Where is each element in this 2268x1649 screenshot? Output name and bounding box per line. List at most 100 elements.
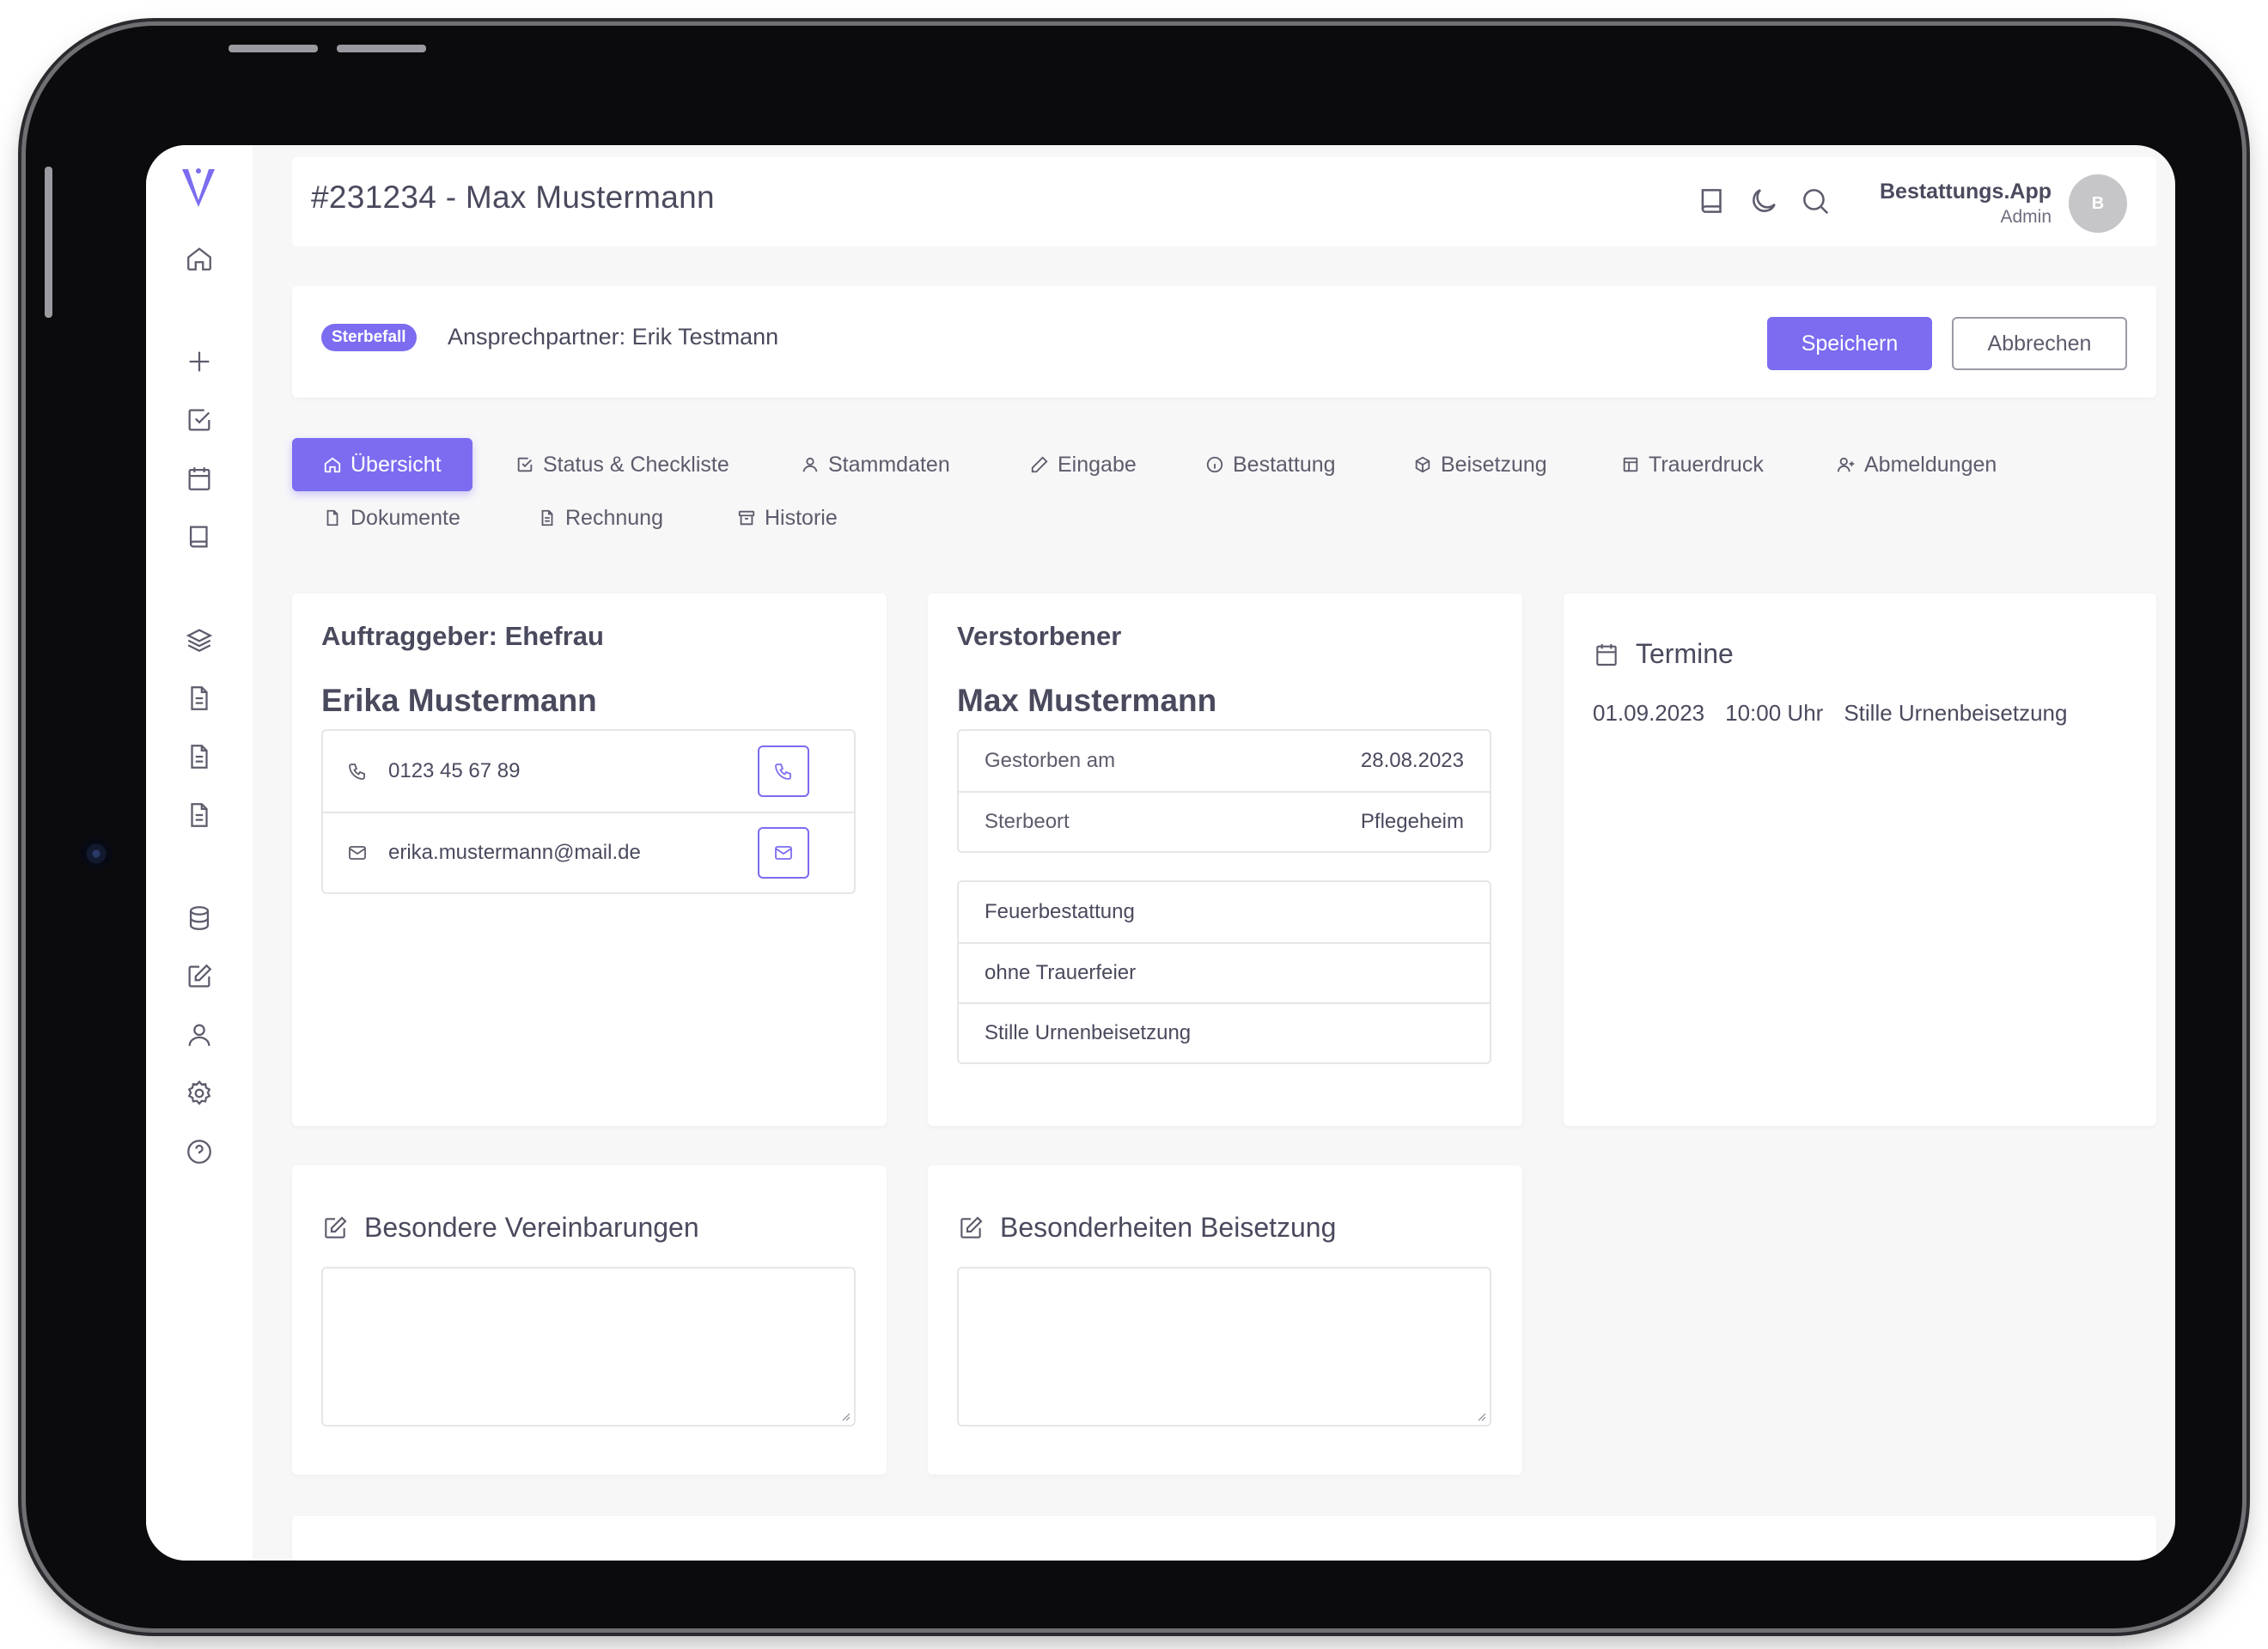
option-row: Feuerbestattung	[959, 882, 1490, 942]
calendar-icon	[1596, 643, 1617, 666]
tab-trauerdruck[interactable]: Trauerdruck	[1621, 438, 1764, 491]
detail-value: Pflegeheim	[1360, 810, 1464, 833]
tab-eingabe[interactable]: Eingabe	[1030, 438, 1137, 491]
tablet-frame: #231234 - Max Mustermann Bestattungs.App…	[26, 26, 2242, 1628]
deceased-name: Max Mustermann	[957, 683, 1217, 718]
save-button[interactable]: Speichern	[1767, 317, 1932, 370]
checkbox-icon	[517, 457, 533, 472]
database-icon[interactable]	[184, 903, 215, 934]
pencil-icon	[1031, 456, 1048, 473]
tab-beisetzung[interactable]: Beisetzung	[1413, 438, 1547, 491]
call-button[interactable]	[758, 745, 809, 797]
detail-row: Gestorben am 28.08.2023	[959, 731, 1490, 791]
user-icon[interactable]	[184, 1019, 215, 1050]
help-icon[interactable]	[184, 1136, 215, 1167]
detail-label: Sterbeort	[985, 810, 1070, 833]
tab-label: Eingabe	[1058, 452, 1137, 477]
home-icon[interactable]	[184, 243, 215, 274]
calendar-icon[interactable]	[184, 463, 215, 494]
layout-icon	[1623, 457, 1638, 472]
file-text-icon[interactable]	[184, 800, 215, 831]
death-details: Gestorben am 28.08.2023 Sterbeort Pflege…	[957, 729, 1491, 853]
user-icon	[802, 457, 818, 472]
page-title: #231234 - Max Mustermann	[311, 180, 715, 215]
volume-button	[337, 45, 426, 52]
tab-bestattung[interactable]: Bestattung	[1205, 438, 1336, 491]
book-icon[interactable]	[184, 521, 215, 552]
option-row: Stille Urnenbeisetzung	[959, 1002, 1490, 1062]
front-camera	[80, 837, 113, 870]
mail-icon	[775, 846, 792, 860]
home-icon	[324, 457, 341, 473]
card-heading: Besonderheiten Beisetzung	[1000, 1212, 1337, 1243]
contact-row-phone: 0123 45 67 89	[323, 731, 854, 812]
additional-card	[292, 1516, 2156, 1561]
beisetzung-notes-header: Besonderheiten Beisetzung	[957, 1212, 1336, 1244]
tab-label: Stammdaten	[828, 452, 950, 477]
sidebar	[146, 145, 253, 1561]
tab-uebersicht[interactable]: Übersicht	[292, 438, 472, 491]
tab-historie[interactable]: Historie	[737, 491, 838, 545]
vereinbarungen-card: Besondere Vereinbarungen	[292, 1165, 887, 1475]
user-name: Bestattungs.App	[1880, 180, 2052, 204]
contact-person: Ansprechpartner: Erik Testmann	[448, 324, 779, 350]
tab-rechnung[interactable]: Rechnung	[538, 491, 663, 545]
info-icon	[1206, 456, 1223, 473]
plus-icon[interactable]	[184, 346, 215, 377]
detail-label: Gestorben am	[985, 749, 1116, 772]
layers-icon[interactable]	[184, 624, 215, 655]
tab-abmeldungen[interactable]: Abmeldungen	[1837, 438, 1997, 491]
card-heading: Besondere Vereinbarungen	[364, 1212, 699, 1243]
tab-label: Rechnung	[565, 505, 663, 530]
auftraggeber-card: Auftraggeber: Ehefrau Erika Mustermann 0…	[292, 593, 887, 1126]
termine-header: Termine	[1593, 638, 1734, 670]
beisetzung-textarea[interactable]	[957, 1267, 1491, 1427]
power-button	[45, 167, 52, 318]
volume-button	[229, 45, 318, 52]
top-header: #231234 - Max Mustermann Bestattungs.App…	[292, 157, 2156, 246]
tab-label: Bestattung	[1233, 452, 1336, 477]
edit-icon	[960, 1215, 983, 1238]
file-text-icon[interactable]	[184, 683, 215, 714]
termine-card: Termine 01.09.2023 10:00 Uhr Stille Urne…	[1564, 593, 2156, 1126]
vereinbarungen-textarea[interactable]	[321, 1267, 856, 1427]
phone-icon	[775, 764, 791, 780]
contact-list: 0123 45 67 89 erika.mustermann@mail.de	[321, 729, 856, 894]
book-icon[interactable]	[1696, 185, 1730, 219]
cancel-button[interactable]: Abbrechen	[1952, 317, 2127, 370]
contact-row-email: erika.mustermann@mail.de	[323, 812, 854, 892]
appointment-item[interactable]: 01.09.2023 10:00 Uhr Stille Urnenbeisetz…	[1593, 700, 2067, 727]
service-options: Feuerbestattung ohne Trauerfeier Stille …	[957, 880, 1491, 1064]
mail-icon	[349, 846, 366, 860]
settings-icon[interactable]	[184, 1078, 215, 1109]
option-row: ohne Trauerfeier	[959, 942, 1490, 1002]
file-icon	[326, 509, 338, 526]
phone-icon	[349, 764, 365, 780]
user-plus-icon	[1837, 457, 1855, 472]
detail-value: 28.08.2023	[1360, 749, 1464, 772]
checkbox-icon[interactable]	[184, 405, 215, 435]
card-heading: Termine	[1636, 638, 1734, 669]
option-label: ohne Trauerfeier	[985, 961, 1137, 984]
email-button[interactable]	[758, 827, 809, 879]
resize-grip-icon[interactable]	[840, 1411, 850, 1421]
edit-icon[interactable]	[184, 961, 215, 992]
tab-dokumente[interactable]: Dokumente	[323, 491, 460, 545]
verstorbener-card: Verstorbener Max Mustermann Gestorben am…	[928, 593, 1522, 1126]
tab-stammdaten[interactable]: Stammdaten	[801, 438, 950, 491]
tab-label: Trauerdruck	[1649, 452, 1764, 477]
file-text-icon[interactable]	[184, 741, 215, 772]
search-icon[interactable]	[1799, 185, 1833, 219]
card-heading: Auftraggeber: Ehefrau	[321, 621, 604, 651]
app-logo-icon[interactable]	[179, 166, 218, 209]
tab-label: Übersicht	[351, 452, 442, 477]
tab-label: Historie	[765, 505, 838, 530]
case-bar: Sterbefall Ansprechpartner: Erik Testman…	[292, 286, 2156, 398]
user-role: Admin	[2000, 207, 2052, 227]
tab-label: Dokumente	[351, 505, 460, 530]
file-text-icon	[541, 509, 553, 526]
tab-status-checkliste[interactable]: Status & Checkliste	[515, 438, 729, 491]
dark-mode-icon[interactable]	[1747, 185, 1782, 219]
avatar[interactable]: B	[2069, 174, 2127, 233]
resize-grip-icon[interactable]	[1476, 1411, 1486, 1421]
